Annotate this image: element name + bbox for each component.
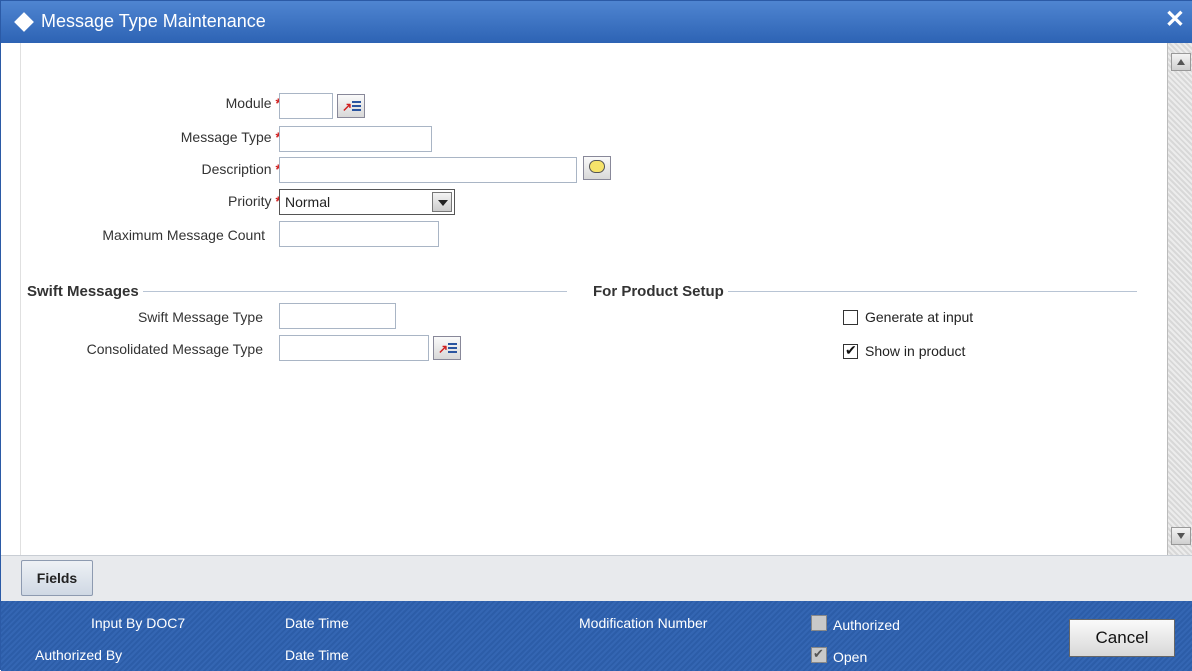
swift-messages-heading: Swift Messages (21, 283, 143, 300)
main-form: Module* ↗ Message Type* Description* Pri… (21, 43, 1167, 555)
generate-at-input-label: Generate at input (865, 309, 974, 325)
message-type-label: Message Type* (180, 129, 281, 145)
window-title: Message Type Maintenance (41, 11, 266, 31)
close-icon[interactable]: ✕ (1165, 5, 1185, 34)
tab-fields[interactable]: Fields (21, 560, 93, 596)
show-in-product-checkbox[interactable] (843, 342, 858, 359)
date-time-text-2: Date Time (285, 647, 349, 663)
description-popup-button[interactable] (583, 156, 611, 180)
message-type-input[interactable] (279, 126, 432, 152)
open-checkbox (811, 646, 827, 663)
audit-footer: Input By DOC7 Authorized By Date Time Da… (1, 601, 1192, 671)
date-time-text-1: Date Time (285, 615, 349, 631)
scroll-up-icon[interactable] (1171, 53, 1191, 71)
consolidated-message-type-label: Consolidated Message Type (86, 341, 263, 357)
max-message-count-input[interactable] (279, 221, 439, 247)
list-icon (352, 101, 361, 111)
priority-label: Priority* (227, 193, 281, 209)
tab-bar: Fields (1, 555, 1192, 601)
authorized-by-text: Authorized By (35, 647, 123, 663)
generate-at-input-checkbox[interactable] (843, 310, 858, 325)
show-in-product-label: Show in product (865, 343, 966, 359)
priority-select[interactable]: Normal (279, 189, 455, 215)
speech-bubble-icon (589, 160, 605, 173)
description-label: Description* (201, 161, 281, 177)
title-bar[interactable]: Message Type Maintenance ✕ (1, 1, 1192, 43)
list-icon (448, 343, 457, 353)
swift-message-type-label: Swift Message Type (137, 309, 263, 325)
scroll-down-icon[interactable] (1171, 527, 1191, 545)
input-by-text: Input By DOC7 (91, 615, 186, 631)
arrow-icon: ↗ (342, 100, 353, 114)
left-margin (1, 43, 21, 555)
vertical-scrollbar[interactable] (1167, 43, 1192, 555)
product-setup-heading: For Product Setup (581, 283, 728, 300)
authorized-label: Authorized (833, 617, 900, 633)
diamond-icon (14, 12, 34, 32)
module-input[interactable] (279, 93, 333, 119)
cancel-button[interactable]: Cancel (1069, 619, 1175, 657)
authorized-checkbox (811, 615, 827, 631)
arrow-icon: ↗ (438, 342, 449, 356)
priority-value: Normal (285, 194, 331, 210)
message-type-maintenance-window: Message Type Maintenance ✕ Module* ↗ Mes… (0, 0, 1192, 671)
chevron-down-icon[interactable] (432, 192, 452, 212)
open-label: Open (833, 649, 868, 665)
module-label: Module* (225, 95, 281, 111)
module-lov-button[interactable]: ↗ (337, 94, 365, 118)
consolidated-lov-button[interactable]: ↗ (433, 336, 461, 360)
modification-number-text: Modification Number (579, 615, 708, 631)
swift-message-type-input[interactable] (279, 303, 396, 329)
description-input[interactable] (279, 157, 577, 183)
consolidated-message-type-input[interactable] (279, 335, 429, 361)
max-message-count-label: Maximum Message Count (102, 227, 265, 243)
